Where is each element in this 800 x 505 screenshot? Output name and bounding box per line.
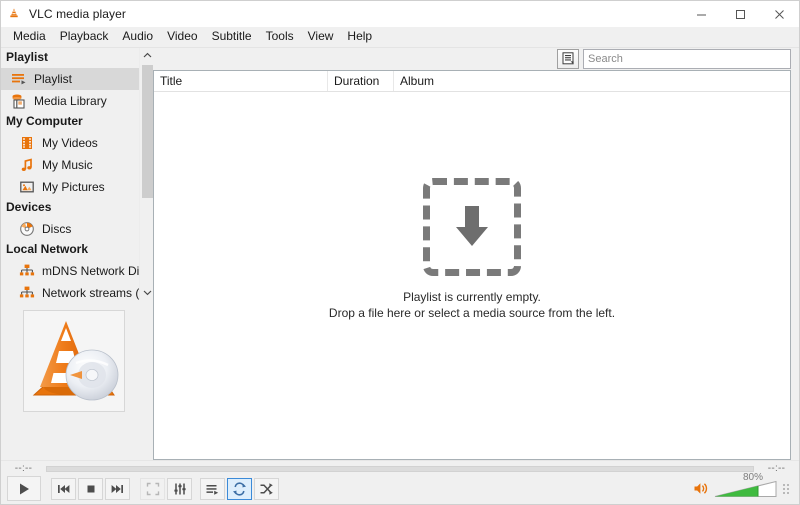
menu-help[interactable]: Help bbox=[340, 27, 379, 47]
menu-audio[interactable]: Audio bbox=[115, 27, 160, 47]
empty-playlist-message: Playlist is currently empty. Drop a file… bbox=[329, 289, 615, 321]
cover-art-area bbox=[1, 300, 153, 412]
search-box[interactable] bbox=[583, 48, 791, 69]
transport-bar: --:-- --:-- 80% bbox=[1, 460, 799, 504]
column-album[interactable]: Album bbox=[394, 71, 790, 91]
speaker-icon[interactable] bbox=[693, 481, 709, 496]
maximize-button[interactable] bbox=[721, 1, 760, 27]
sidebar-item-playlist[interactable]: Playlist bbox=[1, 68, 139, 90]
elapsed-time: --:-- bbox=[14, 463, 33, 474]
seek-row: --:-- --:-- bbox=[1, 461, 799, 476]
sidebar-item-discs[interactable]: Discs bbox=[1, 218, 139, 240]
empty-message-line2: Drop a file here or select a media sourc… bbox=[328, 306, 616, 320]
playlist-view-toggle-button[interactable] bbox=[557, 48, 579, 69]
menu-video[interactable]: Video bbox=[160, 27, 204, 47]
sidebar-item-label: My Music bbox=[42, 158, 93, 172]
sidebar-item-my-pictures[interactable]: My Pictures bbox=[1, 176, 139, 198]
playlist-panel: Title Duration Album Playlist is current… bbox=[153, 70, 791, 460]
sidebar-item-label: Media Library bbox=[34, 94, 107, 108]
sidebar-item-media-library[interactable]: Media Library bbox=[1, 90, 139, 112]
next-button[interactable] bbox=[105, 477, 130, 500]
sidebar-item-label: mDNS Network Disco... bbox=[42, 264, 139, 278]
film-strip-icon bbox=[18, 135, 35, 152]
main-panel: Title Duration Album Playlist is current… bbox=[153, 48, 799, 460]
menu-playback[interactable]: Playback bbox=[53, 27, 116, 47]
window-controls bbox=[682, 1, 799, 27]
empty-message-line1: Playlist is currently empty. bbox=[403, 290, 541, 304]
sidebar-item-my-music[interactable]: My Music bbox=[1, 154, 139, 176]
menu-view[interactable]: View bbox=[301, 27, 341, 47]
minimize-button[interactable] bbox=[682, 1, 721, 27]
sidebar-item-label: My Pictures bbox=[42, 180, 105, 194]
network-icon bbox=[18, 285, 35, 301]
resize-grip-icon[interactable] bbox=[783, 483, 791, 494]
sidebar-group-playlist: Playlist bbox=[6, 50, 49, 64]
playlist-toolbar bbox=[153, 48, 791, 70]
window-title: VLC media player bbox=[29, 7, 126, 21]
cover-art bbox=[23, 310, 125, 412]
sidebar-item-label: Playlist bbox=[34, 72, 73, 86]
menu-bar: Media Playback Audio Video Subtitle Tool… bbox=[1, 27, 799, 48]
sidebar-item-label: Discs bbox=[42, 222, 72, 236]
menu-media[interactable]: Media bbox=[6, 27, 53, 47]
playlist-toggle-button[interactable] bbox=[200, 477, 225, 500]
picture-icon bbox=[18, 179, 35, 196]
sidebar-group-my-computer: My Computer bbox=[6, 114, 83, 128]
sidebar-item-network-streams-sap[interactable]: Network streams (SAP) bbox=[1, 282, 139, 300]
controls-row: 80% bbox=[1, 472, 799, 504]
disc-icon bbox=[18, 221, 35, 238]
total-time: --:-- bbox=[767, 463, 786, 474]
sidebar-group-local-network: Local Network bbox=[6, 242, 89, 256]
transport-group bbox=[51, 477, 130, 500]
previous-button[interactable] bbox=[51, 477, 76, 500]
menu-subtitle[interactable]: Subtitle bbox=[205, 27, 259, 47]
app-icon bbox=[1, 7, 27, 21]
sidebar-item-label: My Videos bbox=[42, 136, 98, 150]
network-icon bbox=[18, 263, 35, 280]
vlc-window: VLC media player Media Playback Audio Vi… bbox=[0, 0, 800, 505]
drop-target-outline bbox=[423, 178, 521, 276]
title-bar: VLC media player bbox=[1, 1, 799, 27]
sidebar-item-label: Network streams (SAP) bbox=[42, 286, 139, 300]
music-note-icon bbox=[18, 157, 35, 174]
close-button[interactable] bbox=[760, 1, 799, 27]
scroll-up-arrow-icon[interactable] bbox=[140, 48, 153, 63]
playlist-column-headers: Title Duration Album bbox=[154, 71, 790, 92]
sidebar-list: Playlist Playlist Media Library My Compu… bbox=[1, 48, 139, 300]
scrollbar-thumb[interactable] bbox=[142, 65, 153, 198]
sidebar-group-devices: Devices bbox=[6, 200, 52, 214]
column-duration[interactable]: Duration bbox=[328, 71, 394, 91]
sidebar-item-mdns-network-discovery[interactable]: mDNS Network Disco... bbox=[1, 260, 139, 282]
volume-slider[interactable] bbox=[713, 479, 779, 499]
body-area: Playlist Playlist Media Library My Compu… bbox=[1, 48, 799, 460]
vlc-cone-artwork-icon bbox=[32, 321, 119, 401]
scroll-down-arrow-icon[interactable] bbox=[140, 285, 153, 300]
menu-tools[interactable]: Tools bbox=[259, 27, 301, 47]
download-arrow-icon bbox=[456, 206, 488, 246]
sidebar-scroll-region: Playlist Playlist Media Library My Compu… bbox=[1, 48, 153, 300]
sidebar: Playlist Playlist Media Library My Compu… bbox=[1, 48, 153, 460]
stop-button[interactable] bbox=[78, 477, 103, 500]
seek-slider[interactable] bbox=[46, 465, 754, 472]
column-title[interactable]: Title bbox=[154, 71, 328, 91]
volume-area: 80% bbox=[693, 472, 793, 499]
playlist-icon bbox=[10, 71, 27, 88]
sidebar-scrollbar[interactable] bbox=[139, 48, 153, 300]
loop-button[interactable] bbox=[227, 477, 252, 500]
play-button[interactable] bbox=[7, 476, 41, 501]
equalizer-button[interactable] bbox=[167, 477, 192, 500]
search-input[interactable] bbox=[588, 52, 786, 65]
fullscreen-button[interactable] bbox=[140, 477, 165, 500]
shuffle-button[interactable] bbox=[254, 477, 279, 500]
media-library-icon bbox=[10, 93, 27, 110]
empty-playlist-drop-area[interactable]: Playlist is currently empty. Drop a file… bbox=[154, 92, 790, 459]
playlist-modes-group bbox=[200, 477, 279, 500]
tools-group bbox=[140, 477, 192, 500]
sidebar-item-my-videos[interactable]: My Videos bbox=[1, 132, 139, 154]
